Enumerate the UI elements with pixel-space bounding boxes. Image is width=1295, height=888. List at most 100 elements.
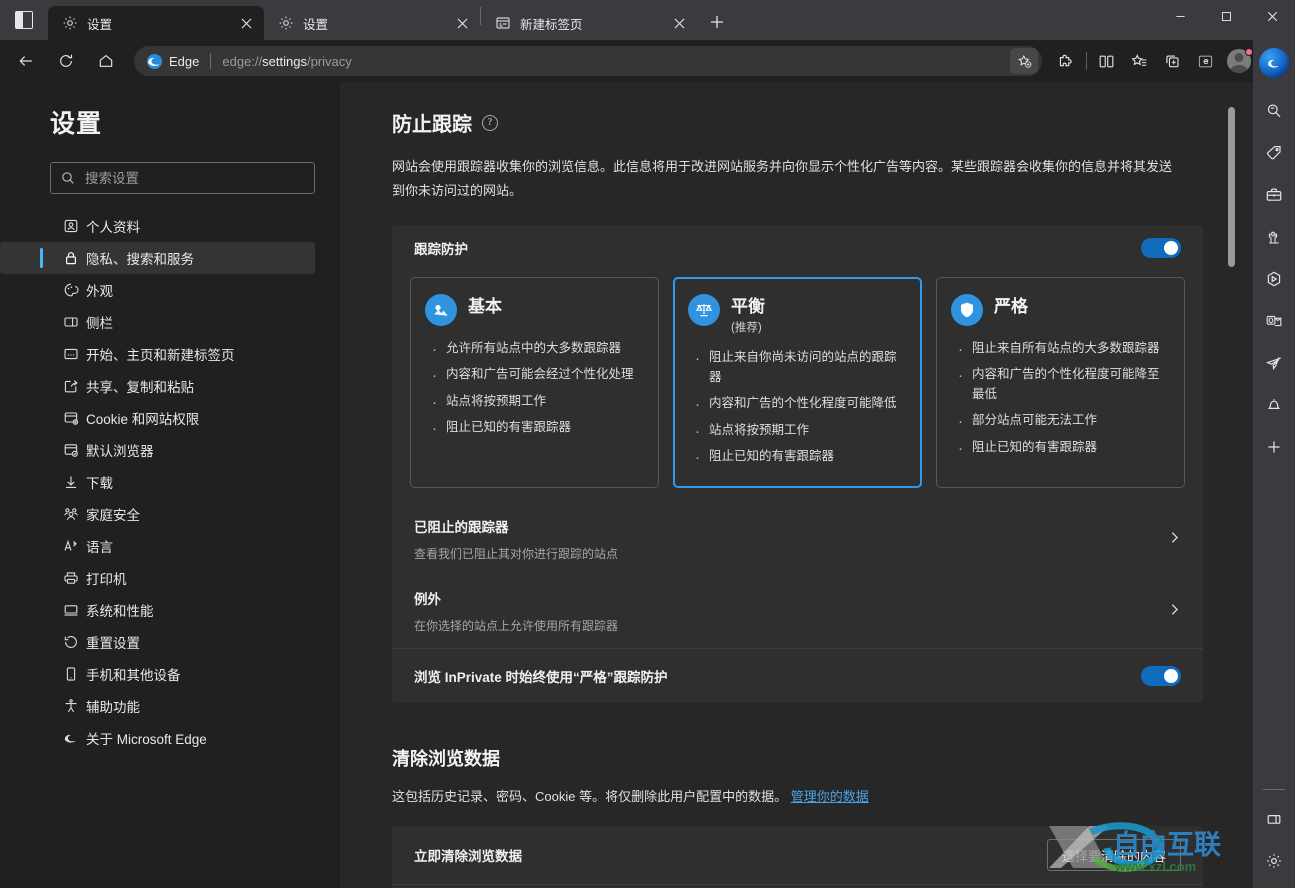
address-bar[interactable]: Edge edge://settings/privacy	[134, 46, 1042, 76]
sidebar-item-phone-other-devices[interactable]: 手机和其他设备	[0, 658, 315, 690]
extensions-button[interactable]	[1050, 45, 1083, 77]
sidebar-item-system-performance[interactable]: 系统和性能	[0, 594, 315, 626]
bell-icon[interactable]	[1257, 388, 1291, 422]
sidebar-item-family-safety[interactable]: 家庭安全	[0, 498, 315, 530]
back-button[interactable]	[9, 44, 43, 78]
chevron-right-icon	[1168, 531, 1181, 548]
maximize-button[interactable]	[1203, 0, 1249, 32]
collections-button[interactable]	[1123, 45, 1156, 77]
star-plus-icon	[1017, 54, 1031, 68]
clear-browsing-data-description: 这包括历史记录、密码、Cookie 等。将仅删除此用户配置中的数据。 管理你的数…	[392, 786, 1203, 808]
settings-sidebar: 设置 个人资料	[0, 82, 340, 888]
shopping-tag-icon[interactable]	[1257, 136, 1291, 170]
choose-what-to-clear-button[interactable]: 选择要清除的内容	[1046, 839, 1181, 872]
tile-bullet: 阻止已知的有害跟踪器	[955, 437, 1170, 461]
tile-bullet: 内容和广告的个性化程度可能降至最低	[955, 364, 1170, 404]
close-button[interactable]	[1249, 0, 1295, 32]
sidebar-item-downloads[interactable]: 下载	[0, 466, 315, 498]
add-page-icon	[1166, 55, 1179, 67]
new-tab-button[interactable]	[701, 6, 733, 38]
tab-new-tab-page[interactable]: 新建标签页	[481, 6, 697, 40]
outlook-icon[interactable]	[1257, 304, 1291, 338]
sidebar-item-appearance[interactable]: 外观	[0, 274, 315, 306]
sidebar-icon	[62, 313, 80, 331]
plus-icon[interactable]	[1257, 430, 1291, 464]
home-icon	[99, 54, 113, 67]
inprivate-strict-toggle[interactable]	[1141, 666, 1181, 687]
sidebar-item-profiles[interactable]: 个人资料	[0, 210, 315, 242]
toolbar-divider	[1086, 52, 1087, 70]
chevron-right-icon	[1168, 603, 1181, 620]
tab-title: 设置	[87, 17, 113, 32]
profile-button[interactable]	[1222, 45, 1256, 77]
tile-balanced[interactable]: 平衡 (推荐) 阻止来自你尚未访问的站点的跟踪器 内容和广告的个性化程度可能降低…	[673, 277, 922, 489]
drop-icon[interactable]	[1257, 262, 1291, 296]
url-text[interactable]: edge://settings/privacy	[222, 54, 1010, 69]
accessibility-icon	[62, 697, 80, 715]
download-icon	[62, 473, 80, 491]
browser-essentials-button[interactable]	[1156, 45, 1189, 77]
system-icon	[62, 601, 80, 619]
sidebar-item-default-browser[interactable]: 默认浏览器	[0, 434, 315, 466]
row-clear-now: 立即清除浏览数据 选择要清除的内容	[392, 826, 1203, 884]
toggle-knob	[1164, 669, 1178, 684]
sidebar-item-cookies-site-permissions[interactable]: Cookie 和网站权限	[0, 402, 315, 434]
tile-strict[interactable]: 严格 阻止来自所有站点的大多数跟踪器 内容和广告的个性化程度可能降至最低 部分站…	[936, 277, 1185, 489]
telegram-icon[interactable]	[1257, 346, 1291, 380]
tab-settings-1[interactable]: 设置	[48, 6, 264, 40]
sidebar-item-about-edge[interactable]: 关于 Microsoft Edge	[0, 722, 315, 754]
row-inprivate-strict[interactable]: 浏览 InPrivate 时始终使用“严格”跟踪防护	[392, 649, 1203, 703]
sidebar-item-printers[interactable]: 打印机	[0, 562, 315, 594]
gear-icon[interactable]	[1257, 844, 1291, 878]
ie-mode-icon	[1198, 55, 1213, 67]
split-screen-button[interactable]	[1090, 45, 1123, 77]
search-settings-box[interactable]	[50, 162, 315, 194]
copilot-icon[interactable]	[1259, 48, 1289, 78]
sidebar-item-privacy-search-services[interactable]: 隐私、搜索和服务	[0, 242, 315, 274]
sidebar-item-accessibility[interactable]: 辅助功能	[0, 690, 315, 722]
add-favorite-button[interactable]	[1010, 48, 1038, 74]
tracking-prevention-toggle[interactable]	[1141, 238, 1181, 259]
sidebar-item-label: 打印机	[86, 572, 127, 587]
tab-settings-2[interactable]: 设置	[264, 6, 480, 40]
sidebar-item-reset-settings[interactable]: 重置设置	[0, 626, 315, 658]
ie-mode-button[interactable]	[1189, 45, 1222, 77]
row-title: 跟踪防护	[414, 242, 468, 258]
row-blocked-trackers[interactable]: 已阻止的跟踪器 查看我们已阻止其对你进行跟踪的站点	[392, 504, 1203, 576]
content-scrollbar[interactable]	[1228, 107, 1235, 267]
close-icon[interactable]	[667, 11, 691, 35]
tile-bullets: 阻止来自你尚未访问的站点的跟踪器 内容和广告的个性化程度可能降低 站点将按预期工…	[692, 347, 907, 469]
sidebar-item-label: 关于 Microsoft Edge	[86, 732, 207, 747]
tab-title: 设置	[303, 17, 329, 32]
tab-actions-button[interactable]	[0, 0, 48, 40]
sidebar-item-languages[interactable]: 语言	[0, 530, 315, 562]
sidebar-item-label: 共享、复制和粘贴	[86, 380, 194, 395]
tracking-prevention-toggle-row[interactable]: 跟踪防护	[392, 225, 1203, 271]
page-title: 设置	[50, 110, 103, 138]
tile-basic[interactable]: 基本 允许所有站点中的大多数跟踪器 内容和广告可能会经过个性化处理 站点将按预期…	[410, 277, 659, 489]
sidebar-item-start-home-newtab[interactable]: 开始、主页和新建标签页	[0, 338, 315, 370]
sidebar-item-label: Cookie 和网站权限	[86, 412, 200, 427]
sidebar-item-label: 外观	[86, 284, 113, 299]
sidebar-item-share-copy-paste[interactable]: 共享、复制和粘贴	[0, 370, 315, 402]
reload-button[interactable]	[49, 44, 83, 78]
tile-bullet: 内容和广告的个性化程度可能降低	[692, 393, 907, 417]
home-button[interactable]	[89, 44, 123, 78]
settings-content: 防止跟踪 ? 网站会使用跟踪器收集你的浏览信息。此信息将用于改进网站服务并向你显…	[340, 82, 1253, 888]
row-exceptions[interactable]: 例外 在你选择的站点上允许使用所有跟踪器	[392, 576, 1203, 648]
games-icon[interactable]	[1257, 220, 1291, 254]
search-icon[interactable]	[1257, 94, 1291, 128]
search-input[interactable]	[85, 170, 304, 186]
close-icon[interactable]	[234, 11, 258, 35]
sidebar-divider	[1263, 789, 1285, 790]
close-icon[interactable]	[450, 11, 474, 35]
sidebar-item-label: 默认浏览器	[86, 444, 154, 459]
minimize-button[interactable]	[1157, 0, 1203, 32]
sidebar-item-label: 家庭安全	[86, 508, 140, 523]
help-icon[interactable]: ?	[482, 114, 498, 131]
manage-your-data-link[interactable]: 管理你的数据	[791, 789, 869, 804]
family-icon	[62, 505, 80, 523]
sidebar-item-sidebar[interactable]: 侧栏	[0, 306, 315, 338]
tools-icon[interactable]	[1257, 178, 1291, 212]
split-panel-icon[interactable]	[1257, 802, 1291, 836]
